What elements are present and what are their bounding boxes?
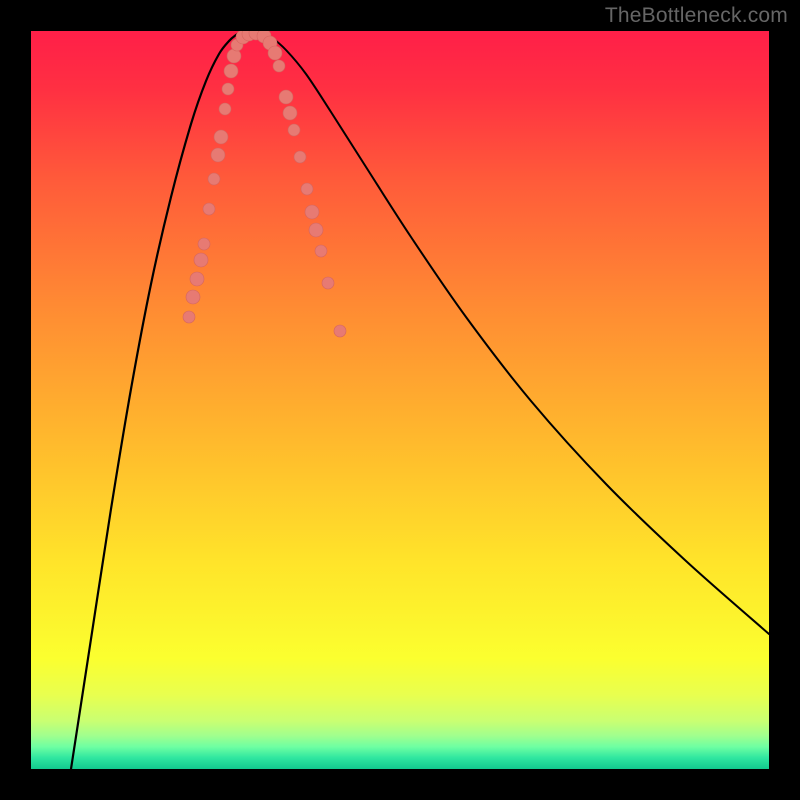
data-marker: [224, 64, 238, 78]
curve-layer: [31, 31, 769, 769]
data-marker: [214, 130, 228, 144]
data-marker: [334, 325, 346, 337]
chart-stage: TheBottleneck.com: [0, 0, 800, 800]
data-marker: [190, 272, 204, 286]
data-marker: [227, 49, 241, 63]
watermark-text: TheBottleneck.com: [605, 4, 788, 28]
plot-area: [31, 31, 769, 769]
data-marker: [219, 103, 231, 115]
data-marker: [301, 183, 313, 195]
data-marker: [198, 238, 210, 250]
data-marker: [309, 223, 323, 237]
data-marker: [211, 148, 225, 162]
data-marker: [203, 203, 215, 215]
data-marker: [279, 90, 293, 104]
data-marker: [322, 277, 334, 289]
data-marker: [273, 60, 285, 72]
data-marker: [194, 253, 208, 267]
data-marker: [294, 151, 306, 163]
data-marker: [288, 124, 300, 136]
data-marker: [305, 205, 319, 219]
data-marker: [283, 106, 297, 120]
data-marker: [208, 173, 220, 185]
data-marker: [186, 290, 200, 304]
left-branch-curve: [71, 32, 241, 769]
data-marker: [183, 311, 195, 323]
data-marker: [315, 245, 327, 257]
data-marker: [222, 83, 234, 95]
data-marker: [268, 46, 282, 60]
